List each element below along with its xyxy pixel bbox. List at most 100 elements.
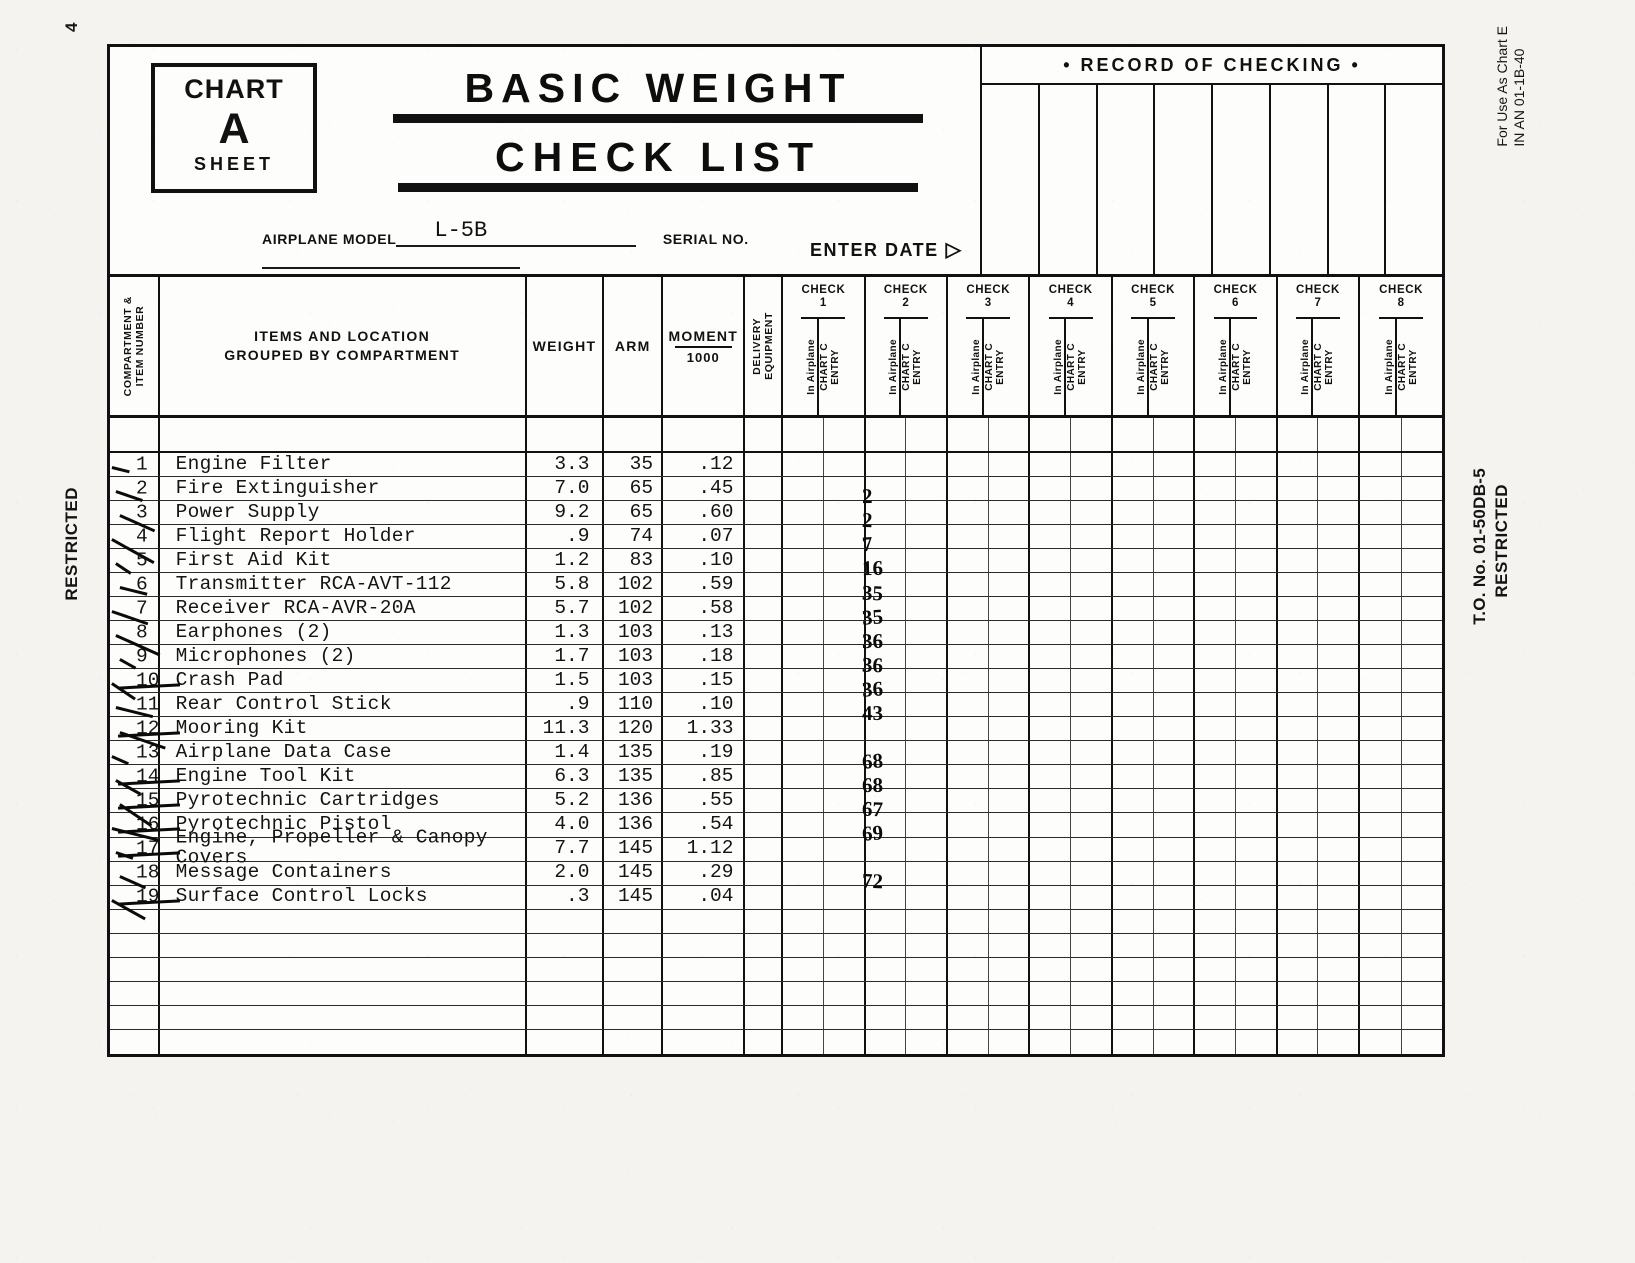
cell-arm[interactable]: 102 — [604, 597, 664, 621]
cell-in-airplane[interactable] — [866, 597, 907, 621]
cell-in-airplane[interactable] — [1278, 477, 1319, 501]
cell-number[interactable] — [110, 957, 160, 981]
cell-number[interactable]: 3 — [110, 501, 160, 525]
cell-delivery-equipment[interactable] — [745, 741, 784, 765]
cell-delivery-equipment[interactable] — [745, 957, 784, 981]
cell-delivery-equipment[interactable] — [745, 645, 784, 669]
cell-chart-c-entry[interactable] — [906, 765, 946, 788]
cell-in-airplane[interactable] — [1113, 597, 1154, 621]
cell-in-airplane[interactable] — [1278, 693, 1319, 717]
cell-in-airplane[interactable] — [948, 1005, 989, 1029]
cell-in-airplane[interactable] — [1030, 453, 1072, 477]
cell-in-airplane[interactable] — [1030, 861, 1072, 885]
cell-arm[interactable]: 65 — [604, 477, 664, 501]
cell-chart-c-entry[interactable] — [906, 838, 946, 861]
cell-in-airplane[interactable] — [1195, 933, 1237, 957]
cell-moment[interactable] — [663, 957, 746, 981]
cell-in-airplane[interactable] — [783, 885, 824, 909]
cell-chart-c-entry[interactable] — [1154, 862, 1194, 885]
cell-in-airplane[interactable] — [866, 741, 907, 765]
cell-arm[interactable]: 65 — [604, 501, 664, 525]
cell-in-airplane[interactable] — [1360, 813, 1402, 837]
cell-chart-c-entry[interactable] — [1236, 477, 1276, 500]
cell-in-airplane[interactable] — [948, 861, 989, 885]
cell-chart-c-entry[interactable] — [906, 693, 946, 716]
cell-weight[interactable]: 7.0 — [527, 477, 605, 501]
cell-in-airplane[interactable] — [1278, 765, 1319, 789]
cell-chart-c-entry[interactable] — [1071, 477, 1111, 500]
cell-moment[interactable]: 1.12 — [663, 837, 746, 861]
cell-chart-c-entry[interactable] — [1236, 886, 1276, 909]
cell-chart-c-entry[interactable] — [1071, 693, 1111, 716]
cell-weight[interactable] — [527, 1029, 605, 1054]
cell-in-airplane[interactable] — [866, 477, 907, 501]
cell-chart-c-entry[interactable] — [1318, 573, 1358, 596]
cell-in-airplane[interactable] — [866, 813, 907, 837]
cell-arm[interactable] — [604, 1029, 664, 1054]
cell-in-airplane[interactable] — [1195, 645, 1237, 669]
cell-arm[interactable]: 103 — [604, 645, 664, 669]
cell-chart-c-entry[interactable] — [906, 982, 946, 1005]
cell-arm[interactable]: 135 — [604, 741, 664, 765]
cell-in-airplane[interactable] — [1360, 909, 1402, 933]
cell-in-airplane[interactable] — [866, 525, 907, 549]
cell-in-airplane[interactable] — [1113, 453, 1154, 477]
cell-chart-c-entry[interactable] — [1318, 765, 1358, 788]
cell-in-airplane[interactable] — [1195, 789, 1237, 813]
cell-item[interactable]: Receiver RCA-AVR-20A — [160, 597, 527, 621]
cell-moment[interactable]: 1.33 — [663, 717, 746, 741]
cell-in-airplane[interactable] — [1113, 765, 1154, 789]
cell-arm[interactable]: 145 — [604, 861, 664, 885]
cell-in-airplane[interactable] — [948, 669, 989, 693]
cell-chart-c-entry[interactable] — [1236, 418, 1276, 451]
cell-chart-c-entry[interactable] — [1318, 886, 1358, 909]
cell-in-airplane[interactable] — [948, 885, 989, 909]
cell-in-airplane[interactable] — [866, 789, 907, 813]
cell-moment[interactable] — [663, 909, 746, 933]
cell-chart-c-entry[interactable] — [989, 910, 1029, 933]
cell-chart-c-entry[interactable] — [1154, 934, 1194, 957]
cell-in-airplane[interactable] — [783, 789, 824, 813]
cell-chart-c-entry[interactable] — [906, 1006, 946, 1029]
cell-number[interactable]: 11 — [110, 693, 160, 717]
date-cell[interactable] — [1271, 85, 1329, 274]
cell-delivery-equipment[interactable] — [745, 573, 784, 597]
cell-chart-c-entry[interactable] — [1318, 621, 1358, 644]
cell-in-airplane[interactable] — [1030, 621, 1072, 645]
cell-chart-c-entry[interactable] — [989, 789, 1029, 812]
cell-in-airplane[interactable] — [948, 573, 989, 597]
cell-in-airplane[interactable] — [948, 501, 989, 525]
cell-in-airplane[interactable] — [1030, 525, 1072, 549]
cell-chart-c-entry[interactable] — [1154, 765, 1194, 788]
cell-delivery-equipment[interactable] — [745, 933, 784, 957]
cell-in-airplane[interactable] — [1030, 477, 1072, 501]
cell-in-airplane[interactable] — [1030, 933, 1072, 957]
cell-arm[interactable]: 135 — [604, 765, 664, 789]
cell-chart-c-entry[interactable] — [1071, 1006, 1111, 1029]
cell-chart-c-entry[interactable] — [1318, 597, 1358, 620]
cell-chart-c-entry[interactable] — [1402, 477, 1442, 500]
cell-in-airplane[interactable] — [783, 525, 824, 549]
cell-in-airplane[interactable] — [1195, 501, 1237, 525]
cell-moment[interactable] — [663, 1005, 746, 1029]
cell-chart-c-entry[interactable] — [906, 862, 946, 885]
cell-in-airplane[interactable] — [1030, 1005, 1072, 1029]
cell-item[interactable]: Mooring Kit — [160, 717, 527, 741]
cell-arm[interactable]: 74 — [604, 525, 664, 549]
cell-in-airplane[interactable] — [1195, 477, 1237, 501]
cell-chart-c-entry[interactable] — [1236, 813, 1276, 836]
cell-in-airplane[interactable] — [1360, 717, 1402, 741]
cell-delivery-equipment[interactable] — [745, 1005, 784, 1029]
cell-in-airplane[interactable] — [866, 1029, 907, 1054]
cell-chart-c-entry[interactable] — [1402, 741, 1442, 764]
cell-in-airplane[interactable] — [783, 693, 824, 717]
cell-chart-c-entry[interactable] — [1071, 789, 1111, 812]
cell-in-airplane[interactable] — [1030, 741, 1072, 765]
cell-weight[interactable]: 1.4 — [527, 741, 605, 765]
cell-chart-c-entry[interactable] — [1402, 765, 1442, 788]
cell-in-airplane[interactable] — [783, 621, 824, 645]
cell-in-airplane[interactable] — [1278, 957, 1319, 981]
cell-number[interactable]: 2 — [110, 477, 160, 501]
cell-chart-c-entry[interactable] — [989, 934, 1029, 957]
cell-in-airplane[interactable] — [1278, 549, 1319, 573]
